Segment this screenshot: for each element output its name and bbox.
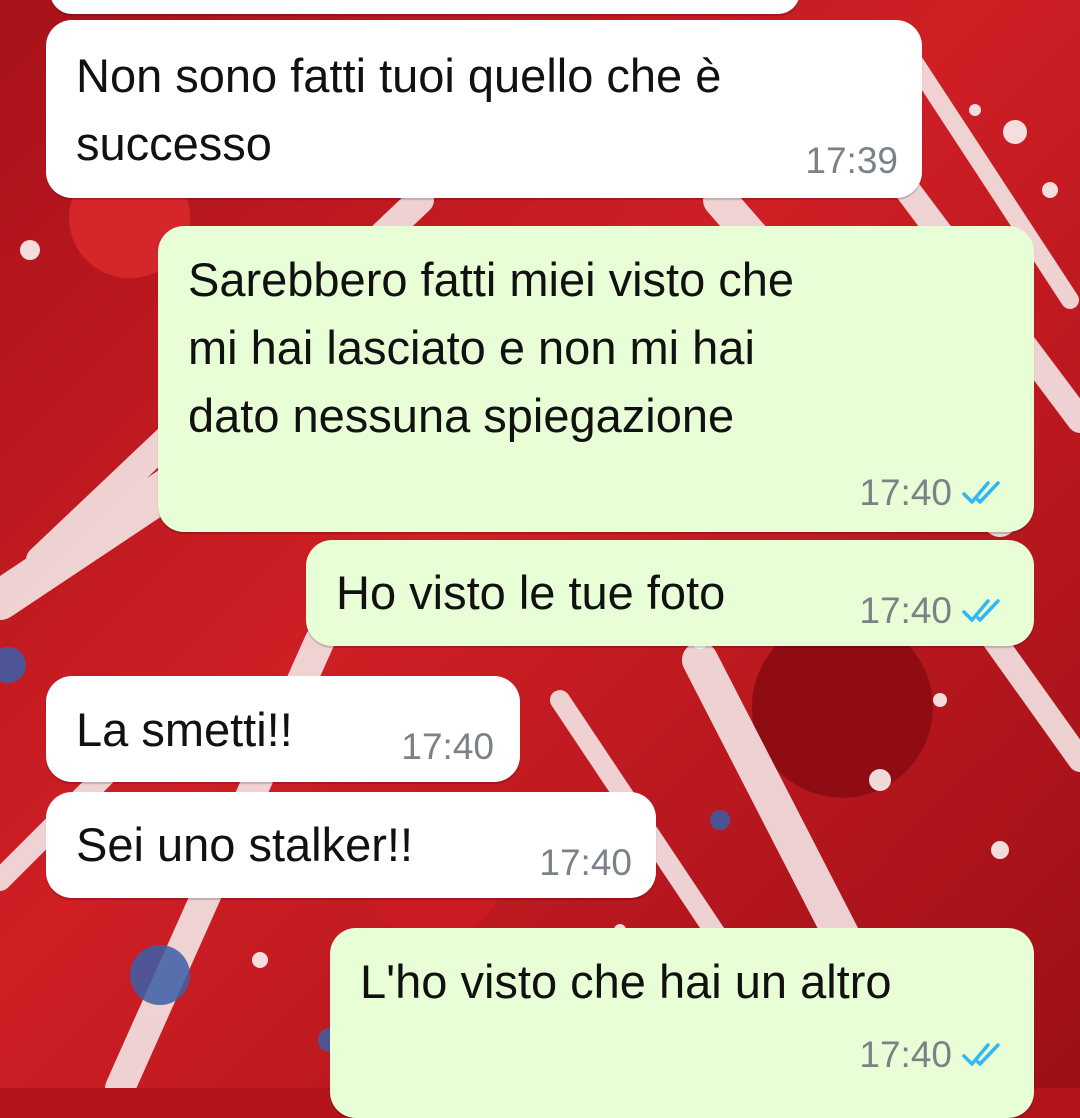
message-text: mi hai lasciato e non mi hai [188, 321, 755, 374]
incoming-message-bubble[interactable]: Sei uno stalker!! 17:40 [46, 792, 656, 898]
incoming-message-bubble[interactable]: Non sono fatti tuoi quello che è success… [46, 20, 922, 198]
message-text: dato nessuna spiegazione [188, 389, 735, 442]
message-time: 17:40 [859, 472, 952, 513]
message-text: successo [76, 117, 272, 170]
message-timestamp: 17:40 [859, 1034, 1006, 1076]
message-timestamp: 17:39 [805, 140, 898, 182]
double-check-icon [962, 1043, 1000, 1066]
double-check-icon [962, 481, 1000, 504]
message-text: Sarebbero fatti miei visto che [188, 253, 795, 306]
message-timestamp: 17:40 [859, 472, 1006, 514]
message-text: Ho visto le tue foto [336, 566, 726, 619]
message-timestamp: 17:40 [859, 590, 1006, 632]
message-time: 17:40 [539, 842, 632, 883]
message-timestamp: 17:40 [401, 726, 494, 768]
message-time: 17:40 [401, 726, 494, 767]
double-check-icon [962, 599, 1000, 622]
incoming-message-bubble[interactable]: La smetti!! 17:40 [46, 676, 520, 782]
partial-message-bubble [50, 0, 800, 14]
outgoing-message-bubble[interactable]: Sarebbero fatti miei visto che mi hai la… [158, 226, 1034, 532]
message-time: 17:40 [859, 1034, 952, 1075]
message-time: 17:40 [859, 590, 952, 631]
message-text: La smetti!! [76, 703, 293, 756]
outgoing-message-bubble[interactable]: Ho visto le tue foto 17:40 [306, 540, 1034, 646]
message-text: L'ho visto che hai un altro [360, 955, 892, 1008]
message-timestamp: 17:40 [539, 842, 632, 884]
outgoing-message-bubble[interactable]: L'ho visto che hai un altro 17:40 [330, 928, 1034, 1118]
message-text: Sei uno stalker!! [76, 818, 414, 871]
message-time: 17:39 [805, 140, 898, 181]
message-text: Non sono fatti tuoi quello che è [76, 49, 722, 102]
